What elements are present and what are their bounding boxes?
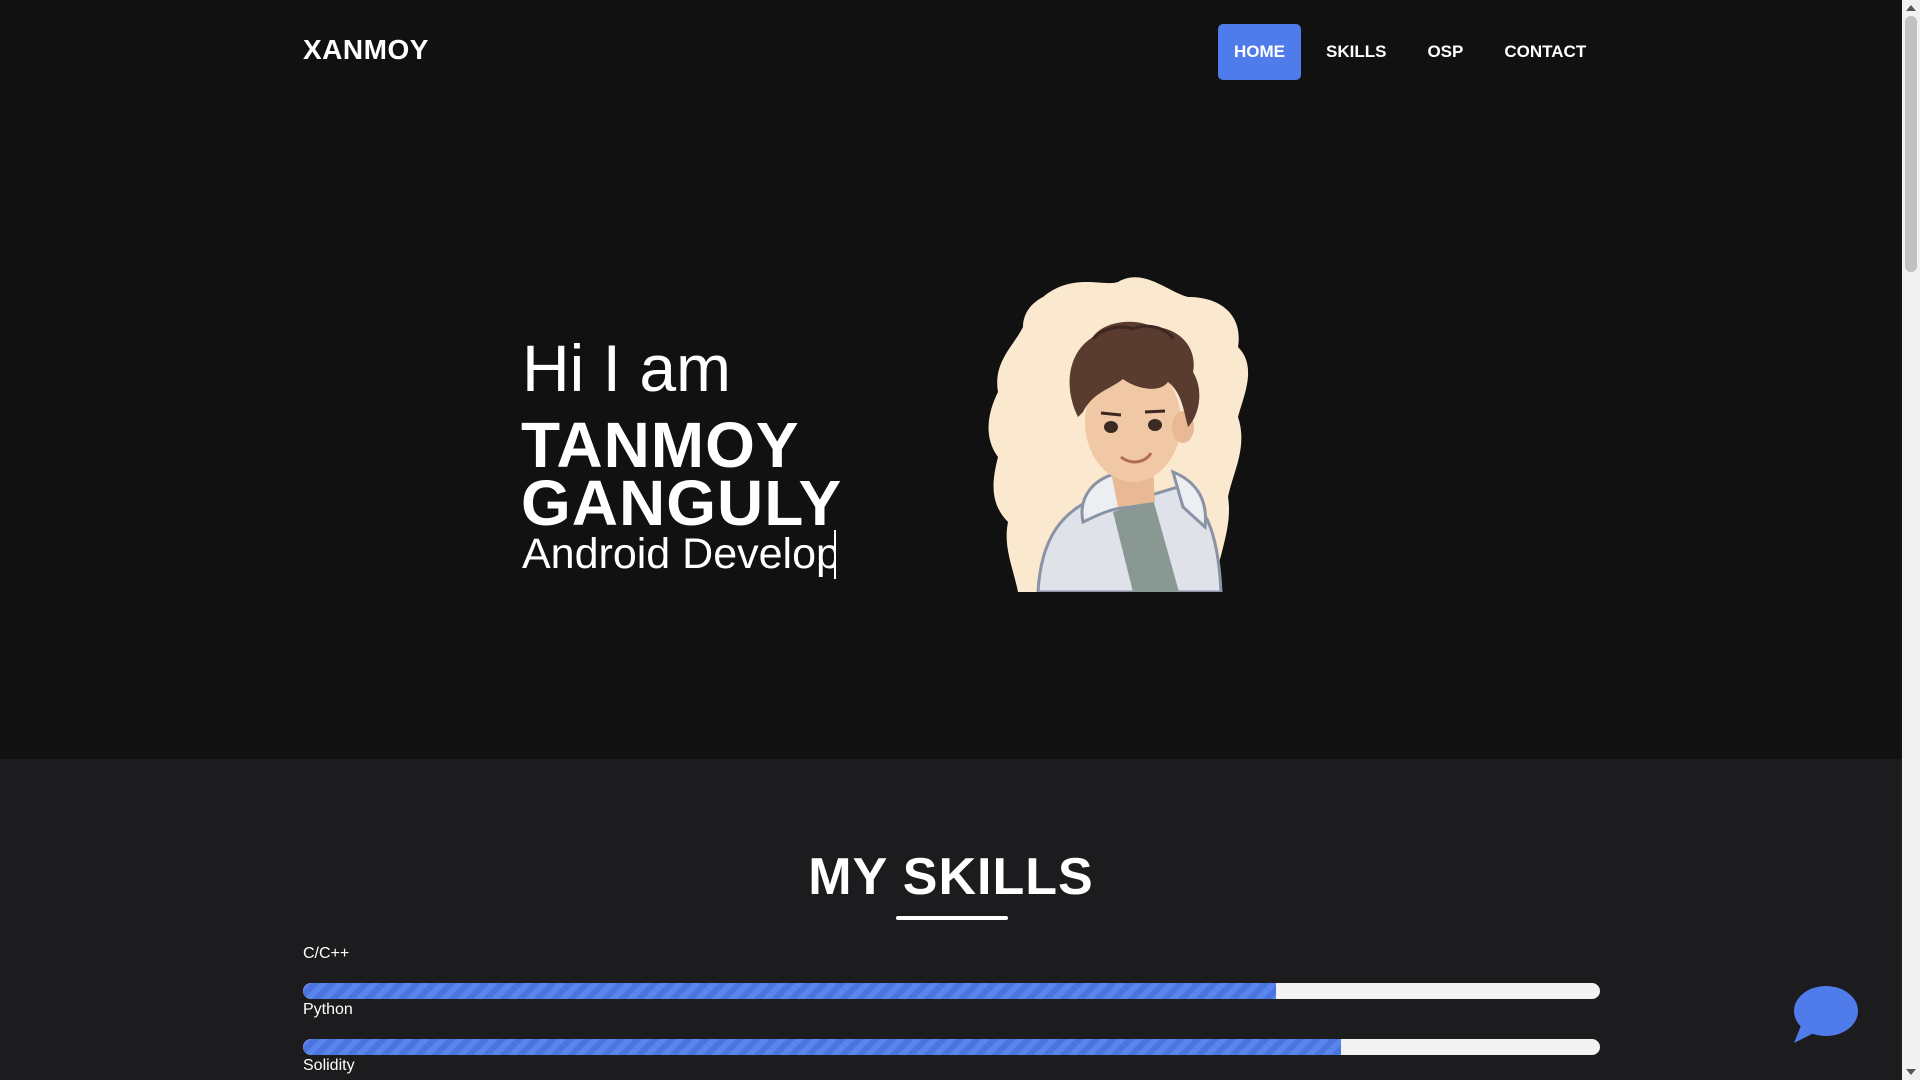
- skills-section: MY SKILLS C/C++ Python Solidity: [0, 759, 1902, 1080]
- hero-name-first: TANMOY: [521, 409, 800, 481]
- nav-item-home[interactable]: HOME: [1218, 24, 1301, 80]
- nav-item-osp[interactable]: OSP: [1411, 24, 1479, 80]
- hero-greeting: Hi I am: [522, 331, 732, 405]
- scroll-thumb[interactable]: [1905, 16, 1917, 272]
- hero-role-typewriter: Android Develop: [522, 530, 836, 579]
- skill-label-cpp: C/C++: [303, 945, 350, 962]
- nav-menu: HOME SKILLS OSP CONTACT: [1218, 24, 1611, 80]
- brand-logo[interactable]: XANMOY: [303, 34, 429, 66]
- hero-name-last: GANGULY: [521, 467, 843, 539]
- scroll-up-arrow-icon[interactable]: [1906, 5, 1916, 11]
- scroll-down-arrow-icon[interactable]: [1906, 1069, 1916, 1075]
- skill-bar-python: [303, 1039, 1600, 1055]
- skill-fill-cpp: [303, 983, 1276, 999]
- avatar-illustration: [988, 277, 1249, 592]
- title-underline: [896, 916, 1008, 920]
- hero-section: Hi I am TANMOY GANGULY Android Develop: [0, 103, 1902, 759]
- nav-item-skills[interactable]: SKILLS: [1310, 24, 1402, 80]
- skill-bar-cpp: [303, 983, 1600, 999]
- skill-label-solidity: Solidity: [303, 1057, 355, 1074]
- skill-label-python: Python: [303, 1001, 353, 1018]
- skill-fill-python: [303, 1039, 1341, 1055]
- chat-bubble-icon[interactable]: [1788, 985, 1858, 1045]
- navbar: XANMOY HOME SKILLS OSP CONTACT: [0, 0, 1902, 103]
- skills-title: MY SKILLS: [808, 848, 1094, 906]
- hero-name: TANMOY GANGULY: [521, 409, 843, 539]
- nav-item-contact[interactable]: CONTACT: [1488, 24, 1602, 80]
- page-scrollbar[interactable]: [1902, 0, 1920, 1080]
